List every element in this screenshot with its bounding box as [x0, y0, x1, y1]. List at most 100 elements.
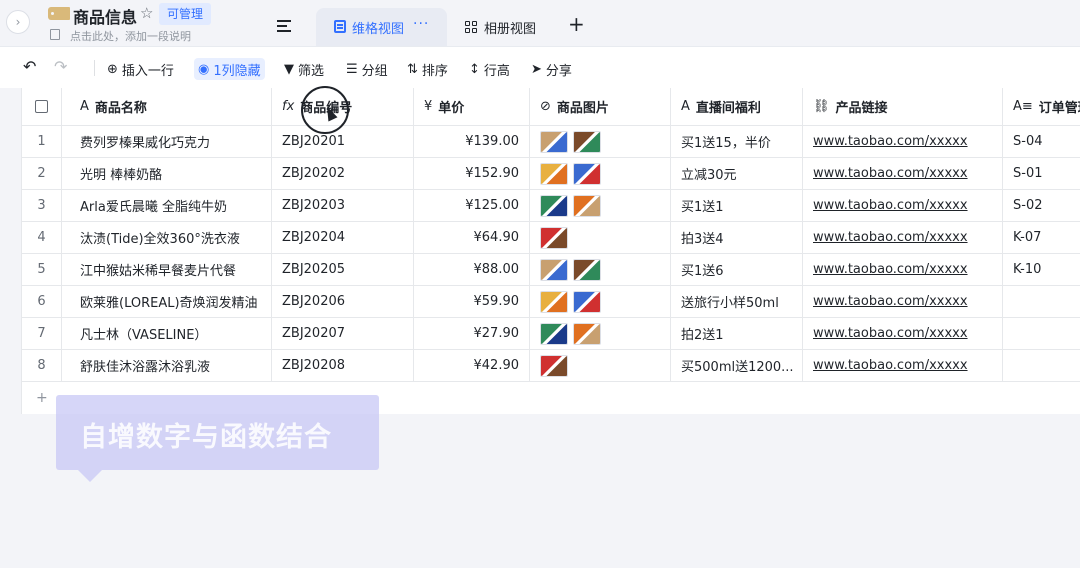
- cell-code[interactable]: ZBJ20201: [272, 126, 414, 158]
- product-thumbnail[interactable]: [540, 194, 568, 217]
- row-index[interactable]: 7: [22, 318, 62, 350]
- product-thumbnail[interactable]: [573, 322, 601, 345]
- cell-code[interactable]: ZBJ20204: [272, 222, 414, 254]
- cell-code[interactable]: ZBJ20206: [272, 286, 414, 318]
- cell-image[interactable]: [530, 254, 671, 286]
- page-title[interactable]: 商品信息: [73, 4, 137, 28]
- cell-link-text[interactable]: www.taobao.com/xxxxx: [813, 358, 968, 373]
- row-index[interactable]: 8: [22, 350, 62, 382]
- cell-name[interactable]: 舒肤佳沐浴露沐浴乳液: [62, 350, 272, 382]
- cell-price[interactable]: ¥125.00: [414, 190, 530, 222]
- cell-order[interactable]: [1003, 286, 1080, 318]
- column-header-link[interactable]: ⛓ 产品链接: [803, 88, 1003, 126]
- undo-icon[interactable]: ↶: [23, 57, 36, 76]
- column-header-price[interactable]: ¥ 单价: [414, 88, 530, 126]
- product-thumbnail[interactable]: [540, 130, 568, 153]
- cell-price[interactable]: ¥139.00: [414, 126, 530, 158]
- column-header-benefit[interactable]: A 直播间福利: [671, 88, 803, 126]
- product-thumbnail[interactable]: [540, 258, 568, 281]
- sort-button[interactable]: ⇅ 排序: [407, 58, 448, 80]
- tab-album-view[interactable]: 相册视图: [459, 8, 559, 46]
- cell-price[interactable]: ¥27.90: [414, 318, 530, 350]
- row-index[interactable]: 3: [22, 190, 62, 222]
- cell-price[interactable]: ¥88.00: [414, 254, 530, 286]
- cell-link[interactable]: www.taobao.com/xxxxx: [803, 158, 1003, 190]
- column-header-image[interactable]: ⊘ 商品图片: [530, 88, 671, 126]
- cell-order[interactable]: K-10: [1003, 254, 1080, 286]
- cell-order[interactable]: [1003, 350, 1080, 382]
- row-height-button[interactable]: ↕ 行高: [469, 58, 510, 80]
- column-header-order[interactable]: A≡订单管理: [1003, 88, 1080, 126]
- column-header-name[interactable]: A 商品名称: [62, 88, 272, 126]
- cell-link-text[interactable]: www.taobao.com/xxxxx: [813, 326, 968, 341]
- cell-code[interactable]: ZBJ20203: [272, 190, 414, 222]
- row-index[interactable]: 6: [22, 286, 62, 318]
- cell-code[interactable]: ZBJ20205: [272, 254, 414, 286]
- cell-image[interactable]: [530, 318, 671, 350]
- cell-link[interactable]: www.taobao.com/xxxxx: [803, 350, 1003, 382]
- star-icon[interactable]: ☆: [140, 4, 153, 22]
- cell-benefit[interactable]: 送旅行小样50ml: [671, 286, 803, 318]
- cell-price[interactable]: ¥64.90: [414, 222, 530, 254]
- cell-link-text[interactable]: www.taobao.com/xxxxx: [813, 134, 968, 149]
- cell-link-text[interactable]: www.taobao.com/xxxxx: [813, 262, 968, 277]
- cell-name[interactable]: 凡士林（VASELINE）: [62, 318, 272, 350]
- description-field[interactable]: 点击此处，添加一段说明: [70, 28, 191, 44]
- product-thumbnail[interactable]: [573, 258, 601, 281]
- cell-benefit[interactable]: 买500ml送1200...: [671, 350, 803, 382]
- cell-image[interactable]: [530, 286, 671, 318]
- cell-link-text[interactable]: www.taobao.com/xxxxx: [813, 230, 968, 245]
- cell-name[interactable]: 费列罗榛果威化巧克力: [62, 126, 272, 158]
- cell-link-text[interactable]: www.taobao.com/xxxxx: [813, 198, 968, 213]
- group-button[interactable]: ☰ 分组: [346, 58, 388, 80]
- cell-benefit[interactable]: 立减30元: [671, 158, 803, 190]
- cell-name[interactable]: Arla爱氏晨曦 全脂纯牛奶: [62, 190, 272, 222]
- cell-image[interactable]: [530, 190, 671, 222]
- cell-name[interactable]: 光明 棒棒奶酪: [62, 158, 272, 190]
- cell-link-text[interactable]: www.taobao.com/xxxxx: [813, 166, 968, 181]
- cell-order[interactable]: S-04: [1003, 126, 1080, 158]
- cell-image[interactable]: [530, 126, 671, 158]
- cell-name[interactable]: 汰渍(Tide)全效360°洗衣液: [62, 222, 272, 254]
- cell-order[interactable]: S-01: [1003, 158, 1080, 190]
- cell-benefit[interactable]: 拍3送4: [671, 222, 803, 254]
- row-index[interactable]: 2: [22, 158, 62, 190]
- sidebar-expand-button[interactable]: ›: [6, 10, 30, 34]
- product-thumbnail[interactable]: [540, 162, 568, 185]
- permission-badge[interactable]: 可管理: [159, 3, 212, 25]
- filter-button[interactable]: ▼ 筛选: [284, 58, 324, 80]
- row-index[interactable]: 4: [22, 222, 62, 254]
- cell-benefit[interactable]: 买1送6: [671, 254, 803, 286]
- product-thumbnail[interactable]: [573, 194, 601, 217]
- product-thumbnail[interactable]: [540, 322, 568, 345]
- cell-link[interactable]: www.taobao.com/xxxxx: [803, 286, 1003, 318]
- product-thumbnail[interactable]: [573, 130, 601, 153]
- cell-code[interactable]: ZBJ20207: [272, 318, 414, 350]
- add-view-button[interactable]: +: [568, 14, 585, 34]
- product-thumbnail[interactable]: [573, 290, 601, 313]
- tab-grid-view[interactable]: 维格视图 ···: [316, 8, 447, 46]
- cell-benefit[interactable]: 拍2送1: [671, 318, 803, 350]
- redo-icon[interactable]: ↷: [54, 57, 67, 76]
- cell-name[interactable]: 江中猴姑米稀早餐麦片代餐: [62, 254, 272, 286]
- cell-image[interactable]: [530, 222, 671, 254]
- cell-order[interactable]: K-07: [1003, 222, 1080, 254]
- select-all-checkbox[interactable]: [22, 88, 62, 126]
- cell-price[interactable]: ¥42.90: [414, 350, 530, 382]
- cell-name[interactable]: 欧莱雅(LOREAL)奇焕润发精油: [62, 286, 272, 318]
- cell-code[interactable]: ZBJ20208: [272, 350, 414, 382]
- product-thumbnail[interactable]: [540, 290, 568, 313]
- cell-price[interactable]: ¥59.90: [414, 286, 530, 318]
- cell-link[interactable]: www.taobao.com/xxxxx: [803, 254, 1003, 286]
- cell-benefit[interactable]: 买1送1: [671, 190, 803, 222]
- cell-order[interactable]: S-02: [1003, 190, 1080, 222]
- product-thumbnail[interactable]: [573, 162, 601, 185]
- row-index[interactable]: 5: [22, 254, 62, 286]
- cell-link-text[interactable]: www.taobao.com/xxxxx: [813, 294, 968, 309]
- cell-image[interactable]: [530, 350, 671, 382]
- cell-benefit[interactable]: 买1送15，半价: [671, 126, 803, 158]
- cell-code[interactable]: ZBJ20202: [272, 158, 414, 190]
- share-button[interactable]: ➤ 分享: [531, 58, 572, 80]
- menu-icon[interactable]: [277, 20, 291, 32]
- cell-order[interactable]: [1003, 318, 1080, 350]
